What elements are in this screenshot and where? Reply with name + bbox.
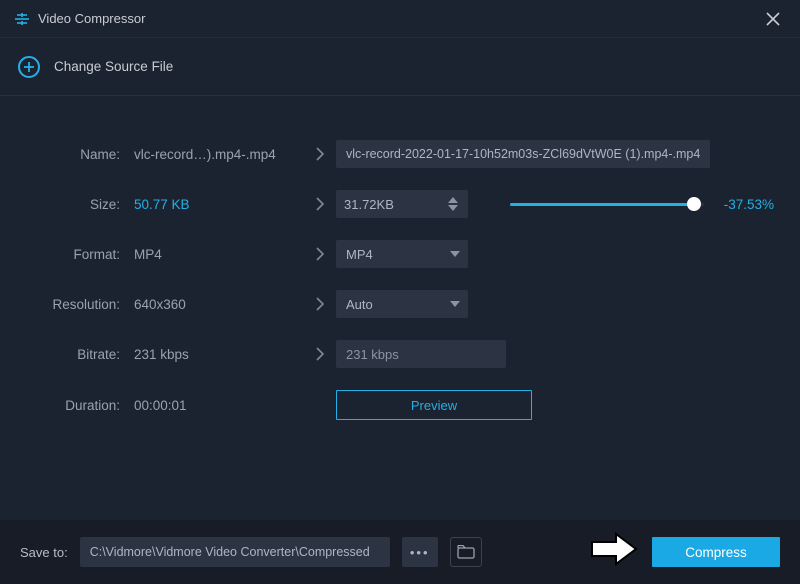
bitrate-target-field[interactable]: 231 kbps [336, 340, 506, 368]
bitrate-value: 231 kbps [134, 347, 304, 362]
resolution-value: 640x360 [134, 297, 304, 312]
change-source-button[interactable]: Change Source File [0, 38, 800, 96]
browse-path-button[interactable]: ••• [402, 537, 438, 567]
bitrate-row: Bitrate: 231 kbps 231 kbps [26, 340, 774, 368]
folder-icon [457, 545, 475, 559]
resolution-label: Resolution: [26, 297, 134, 312]
footer: Save to: C:\Vidmore\Vidmore Video Conver… [0, 520, 800, 584]
compress-button[interactable]: Compress [652, 537, 780, 567]
close-button[interactable] [760, 8, 786, 30]
compression-form: Name: vlc-record…).mp4-.mp4 vlc-record-2… [0, 96, 800, 440]
preview-label: Preview [411, 398, 457, 413]
ellipsis-icon: ••• [410, 545, 430, 560]
resolution-arrow-button[interactable] [304, 297, 336, 311]
size-original-value: 50.77 KB [134, 197, 304, 212]
size-target-value: 31.72KB [344, 197, 394, 212]
resolution-selected: Auto [346, 297, 373, 312]
name-arrow-button[interactable] [304, 147, 336, 161]
chevron-down-icon [450, 301, 460, 307]
format-label: Format: [26, 247, 134, 262]
slider-thumb[interactable] [687, 197, 701, 211]
size-row: Size: 50.77 KB 31.72KB -37.53% [26, 190, 774, 218]
compressor-icon [14, 11, 30, 27]
duration-label: Duration: [26, 398, 134, 413]
plus-circle-icon [18, 56, 40, 78]
resolution-select[interactable]: Auto [336, 290, 468, 318]
size-percent: -37.53% [718, 197, 774, 212]
spinner-down-icon[interactable] [448, 205, 462, 211]
name-full-value: vlc-record-2022-01-17-10h52m03s-ZCl69dVt… [346, 147, 700, 161]
resolution-row: Resolution: 640x360 Auto [26, 290, 774, 318]
video-compressor-window: Video Compressor Change Source File Name… [0, 0, 800, 584]
preview-button[interactable]: Preview [336, 390, 532, 420]
size-label: Size: [26, 197, 134, 212]
size-slider[interactable] [510, 194, 704, 214]
bitrate-arrow-button[interactable] [304, 347, 336, 361]
bitrate-label: Bitrate: [26, 347, 134, 362]
save-to-label: Save to: [20, 545, 68, 560]
window-title: Video Compressor [38, 11, 760, 26]
format-arrow-button[interactable] [304, 247, 336, 261]
format-selected: MP4 [346, 247, 373, 262]
size-arrow-button[interactable] [304, 197, 336, 211]
titlebar: Video Compressor [0, 0, 800, 38]
format-select[interactable]: MP4 [336, 240, 468, 268]
format-value: MP4 [134, 247, 304, 262]
size-slider-wrap: -37.53% [510, 194, 774, 214]
change-source-label: Change Source File [54, 59, 173, 74]
compress-label: Compress [685, 545, 747, 560]
name-label: Name: [26, 147, 134, 162]
bitrate-target-value: 231 kbps [346, 347, 399, 362]
save-path-value: C:\Vidmore\Vidmore Video Converter\Compr… [90, 545, 370, 559]
chevron-down-icon [450, 251, 460, 257]
spinner-up-icon[interactable] [448, 197, 462, 203]
name-short-value: vlc-record…).mp4-.mp4 [134, 147, 304, 162]
duration-row: Duration: 00:00:01 Preview [26, 390, 774, 420]
duration-value: 00:00:01 [134, 398, 336, 413]
size-target-input[interactable]: 31.72KB [336, 190, 468, 218]
format-row: Format: MP4 MP4 [26, 240, 774, 268]
slider-fill [510, 203, 694, 206]
open-folder-button[interactable] [450, 537, 482, 567]
name-row: Name: vlc-record…).mp4-.mp4 vlc-record-2… [26, 140, 774, 168]
save-path-field[interactable]: C:\Vidmore\Vidmore Video Converter\Compr… [80, 537, 390, 567]
size-spinner[interactable] [448, 192, 462, 216]
name-output-field[interactable]: vlc-record-2022-01-17-10h52m03s-ZCl69dVt… [336, 140, 710, 168]
